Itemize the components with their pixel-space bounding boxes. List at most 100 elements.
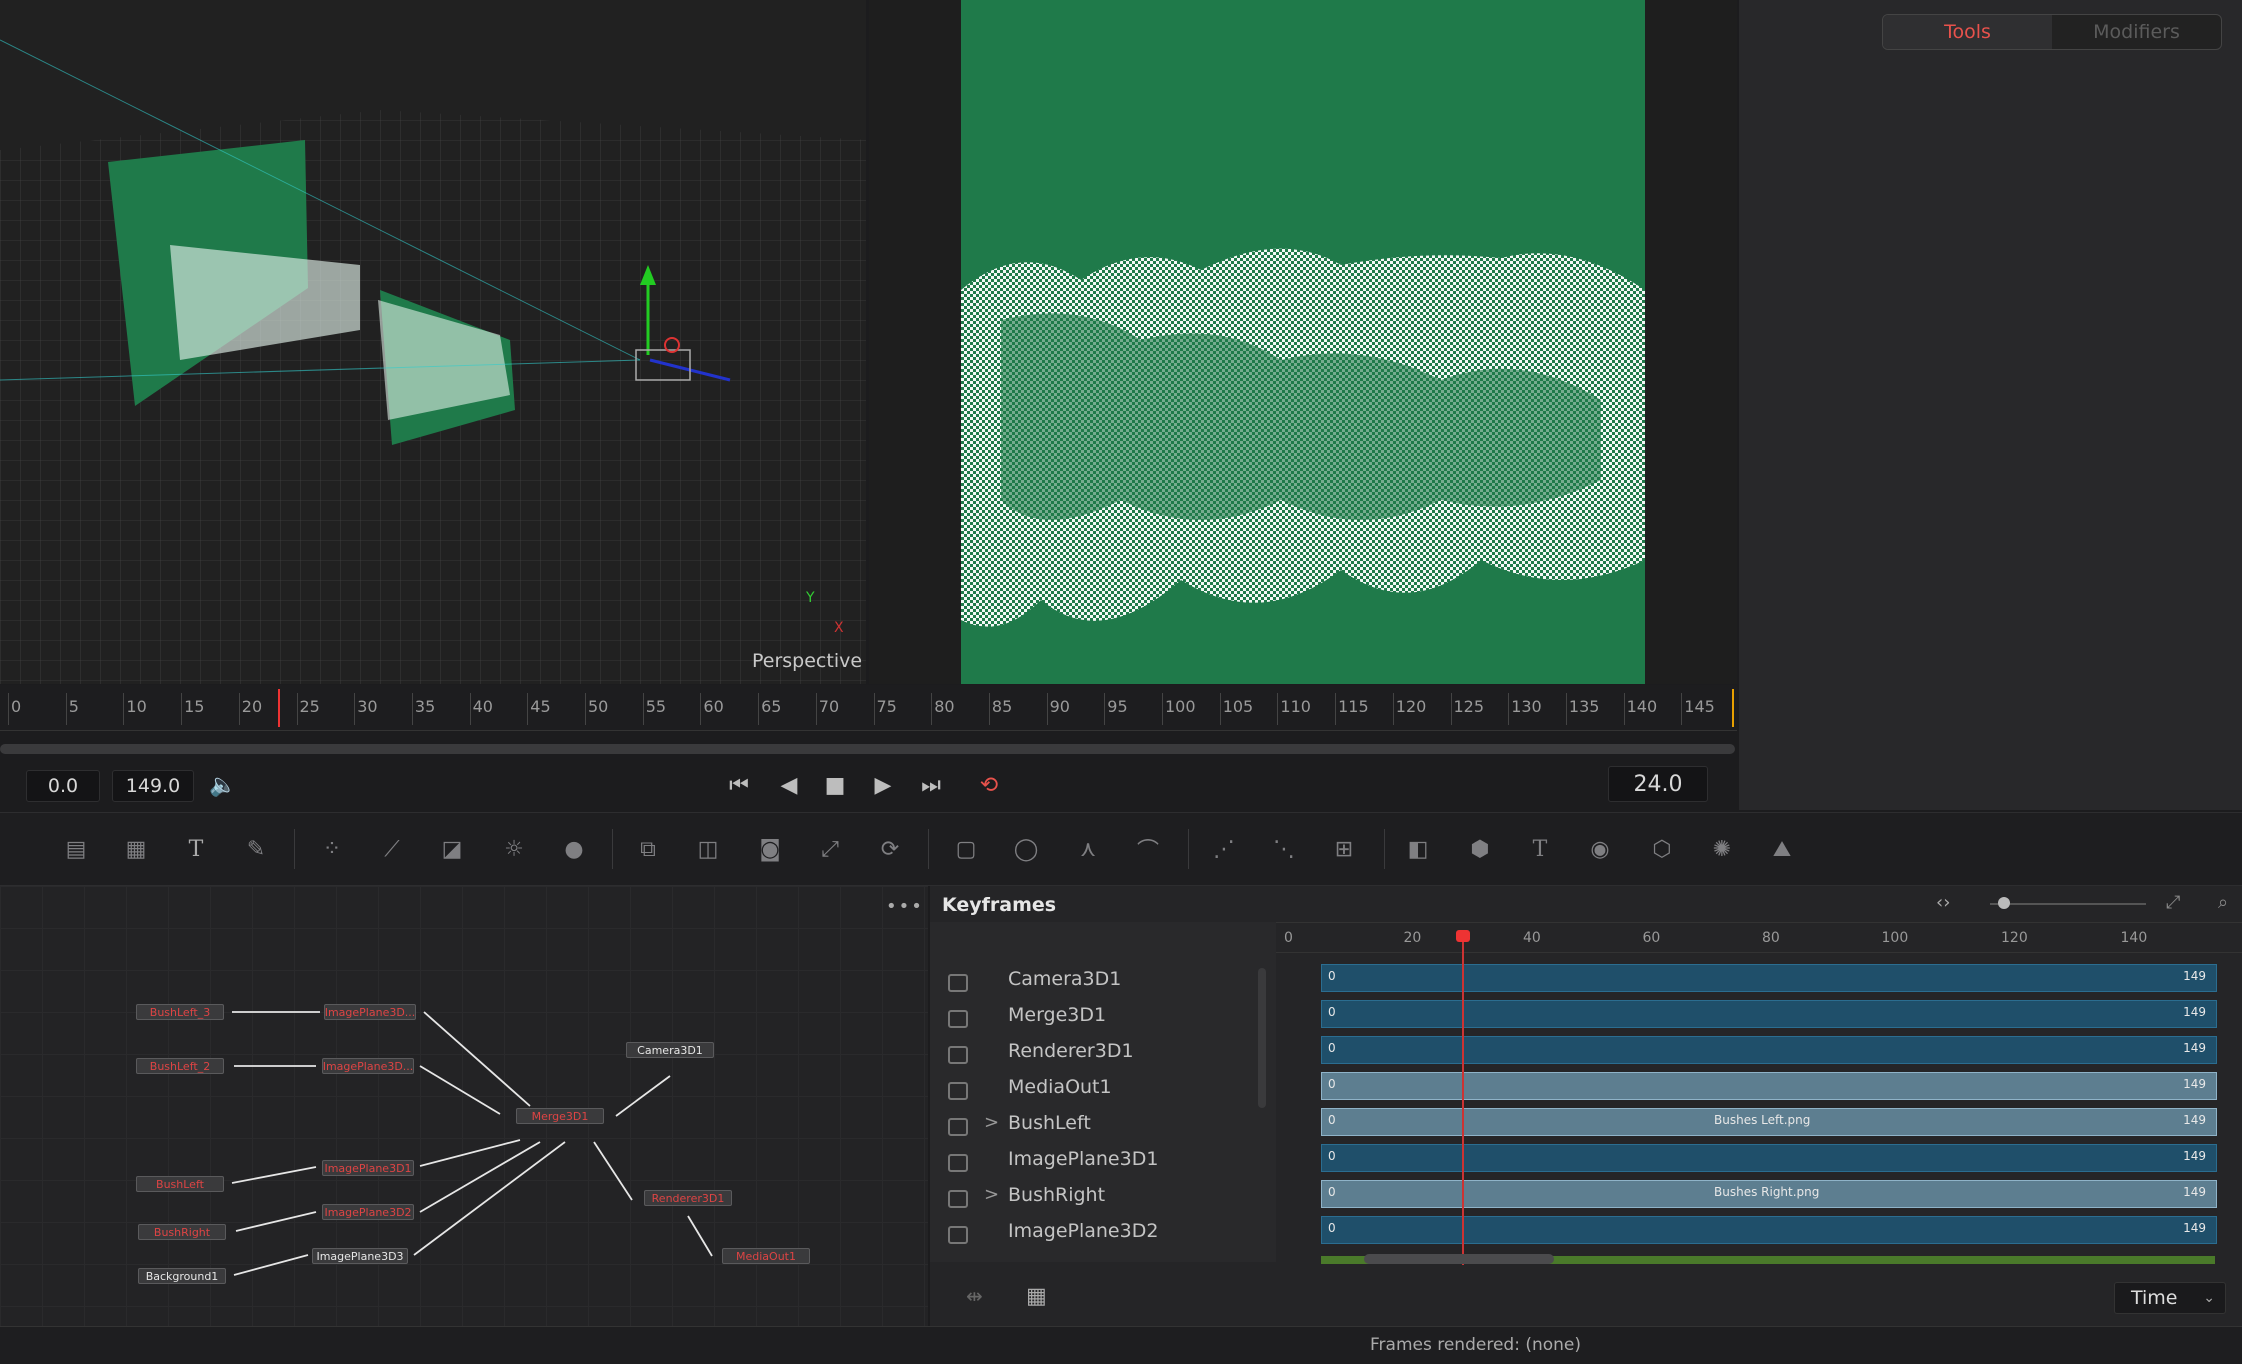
- particle-emitter-icon[interactable]: ⋰: [1206, 833, 1242, 865]
- ellipse-mask-icon[interactable]: ◯: [1008, 833, 1044, 865]
- brightness-tool-icon[interactable]: ◪: [434, 833, 470, 865]
- text-3d-icon[interactable]: T: [1522, 833, 1558, 865]
- zoom-slider-handle[interactable]: [1998, 897, 2010, 909]
- node-imageplane3[interactable]: ImagePlane3D3: [312, 1248, 408, 1264]
- expand-icon[interactable]: ⤢: [2166, 892, 2180, 913]
- particles-tool-icon[interactable]: ⁘: [314, 833, 350, 865]
- paint-tool-icon[interactable]: ✎: [238, 833, 274, 865]
- split-icon[interactable]: ⇹: [966, 1284, 983, 1308]
- viewer-2d[interactable]: [869, 0, 1737, 684]
- spotlight-3d-icon[interactable]: ✺: [1704, 833, 1740, 865]
- expand-chevron-icon[interactable]: >: [984, 1112, 999, 1133]
- particle-merge-icon[interactable]: ⊞: [1326, 833, 1362, 865]
- list-scrollbar[interactable]: [1258, 968, 1266, 1108]
- tab-modifiers[interactable]: Modifiers: [2052, 15, 2221, 49]
- keyframe-track[interactable]: 0 149: [1321, 1000, 2217, 1028]
- go-to-start-icon[interactable]: ⏮: [722, 770, 756, 800]
- matte-tool-icon[interactable]: ◙: [752, 833, 788, 865]
- keyframe-row-name[interactable]: Merge3D1: [1008, 1004, 1106, 1026]
- keyframe-track[interactable]: 0 149: [1321, 1216, 2217, 1244]
- stop-icon[interactable]: ■: [818, 770, 852, 800]
- background-tool-icon[interactable]: ▤: [58, 833, 94, 865]
- time-mode-select[interactable]: Time ⌄: [2114, 1282, 2226, 1314]
- keyframe-track[interactable]: 0 149: [1321, 1036, 2217, 1064]
- lock-icon[interactable]: [948, 974, 968, 992]
- expand-chevron-icon[interactable]: >: [984, 1184, 999, 1205]
- transform-tool-icon[interactable]: ⟳: [872, 833, 908, 865]
- tab-tools[interactable]: Tools: [1883, 15, 2052, 49]
- playhead[interactable]: [278, 689, 280, 727]
- timeline-h-scrollbar[interactable]: [1364, 1254, 1554, 1264]
- node-imageplane2[interactable]: ImagePlane3D2: [322, 1204, 414, 1220]
- loop-icon[interactable]: ⟲: [972, 770, 1006, 800]
- lock-icon[interactable]: [948, 1118, 968, 1136]
- lock-icon[interactable]: [948, 1082, 968, 1100]
- lock-icon[interactable]: [948, 1154, 968, 1172]
- keyframe-row-name[interactable]: Renderer3D1: [1008, 1040, 1134, 1062]
- end-frame-field[interactable]: 149.0: [112, 770, 194, 802]
- keyframe-track[interactable]: 0 149: [1321, 964, 2217, 992]
- keyframe-ruler[interactable]: 0 20 40 60 80 100 120 140: [1276, 922, 2242, 953]
- fit-icon[interactable]: ‹›: [1936, 892, 1950, 913]
- node-bushleft3[interactable]: BushLeft_3: [136, 1004, 224, 1020]
- rectangle-mask-icon[interactable]: ▢: [948, 833, 984, 865]
- merge-3d-icon[interactable]: ◉: [1582, 833, 1618, 865]
- node-mediaout[interactable]: MediaOut1: [722, 1248, 810, 1264]
- particle-render-icon[interactable]: ⋱: [1266, 833, 1302, 865]
- polygon-mask-icon[interactable]: ⋏: [1070, 833, 1106, 865]
- node-camera3d[interactable]: Camera3D1: [626, 1042, 714, 1058]
- text-tool-icon[interactable]: T: [178, 833, 214, 865]
- zoom-slider[interactable]: [1990, 903, 2146, 905]
- keyframe-playhead[interactable]: [1462, 941, 1464, 1265]
- end-marker[interactable]: [1732, 689, 1734, 727]
- resize-tool-icon[interactable]: ⤢: [812, 833, 848, 865]
- keyframe-row-name[interactable]: BushLeft: [1008, 1112, 1091, 1134]
- keyframe-row-name[interactable]: Camera3D1: [1008, 968, 1121, 990]
- start-frame-field[interactable]: 0.0: [26, 770, 100, 802]
- keyframe-row-name[interactable]: ImagePlane3D2: [1008, 1220, 1158, 1242]
- bspline-mask-icon[interactable]: ⌒: [1130, 833, 1166, 865]
- lock-icon[interactable]: [948, 1190, 968, 1208]
- image-plane-3d-icon[interactable]: ◧: [1400, 833, 1436, 865]
- zoom-icon[interactable]: ⌕: [2218, 892, 2228, 913]
- node-background[interactable]: Background1: [138, 1268, 226, 1284]
- shape-3d-icon[interactable]: ⬢: [1462, 833, 1498, 865]
- keyframe-track[interactable]: 0 149: [1321, 1144, 2217, 1172]
- node-merge3d[interactable]: Merge3D1: [516, 1108, 604, 1124]
- node-renderer3d[interactable]: Renderer3D1: [644, 1190, 732, 1206]
- keyframe-track[interactable]: 0 149 Bushes Left.png: [1321, 1108, 2217, 1136]
- keyframe-row-name[interactable]: ImagePlane3D1: [1008, 1148, 1158, 1170]
- spreadsheet-icon[interactable]: ▦: [1026, 1284, 1047, 1309]
- curves-tool-icon[interactable]: ⟋: [374, 833, 410, 865]
- merge-tool-icon[interactable]: ⧉: [630, 833, 666, 865]
- channel-tool-icon[interactable]: ◫: [690, 833, 726, 865]
- color-correct-tool-icon[interactable]: ☼: [496, 833, 532, 865]
- lock-icon[interactable]: [948, 1226, 968, 1244]
- keyframe-track[interactable]: 0 149 Bushes Right.png: [1321, 1180, 2217, 1208]
- node-imageplane-b[interactable]: ImagePlane3D...: [322, 1058, 414, 1074]
- timeline-scrollbar[interactable]: [0, 744, 1735, 754]
- keyframe-row-name[interactable]: BushRight: [1008, 1184, 1105, 1206]
- fps-field[interactable]: 24.0: [1608, 766, 1708, 802]
- speaker-icon[interactable]: 🔈: [206, 770, 240, 800]
- node-imageplane1[interactable]: ImagePlane3D1: [322, 1160, 414, 1176]
- blur-tool-icon[interactable]: ●: [556, 833, 592, 865]
- renderer-3d-icon[interactable]: ⛰: [1764, 833, 1800, 865]
- go-to-end-icon[interactable]: ⏭: [914, 770, 948, 800]
- play-icon[interactable]: ▶: [866, 770, 900, 800]
- node-bushright[interactable]: BushRight: [138, 1224, 226, 1240]
- step-back-icon[interactable]: ◀: [772, 770, 806, 800]
- node-editor[interactable]: ••• BushLeft_3 BushLeft_2 BushLeft BushR…: [0, 886, 928, 1326]
- node-bushleft2[interactable]: BushLeft_2: [136, 1058, 224, 1074]
- keyframe-row-name[interactable]: MediaOut1: [1008, 1076, 1112, 1098]
- viewer-3d[interactable]: Y X Perspective: [0, 0, 866, 684]
- lock-icon[interactable]: [948, 1046, 968, 1064]
- keyframe-playhead-handle[interactable]: [1456, 930, 1470, 942]
- lock-icon[interactable]: [948, 1010, 968, 1028]
- image-tool-icon[interactable]: ▦: [118, 833, 154, 865]
- time-ruler[interactable]: 0 5 10 15 20 25 30 35 40 45 50 55 60 65 70 75 80 85 90 95 10…: [0, 685, 1737, 731]
- camera-3d-icon[interactable]: ⬡: [1644, 833, 1680, 865]
- keyframe-track[interactable]: 0 149: [1321, 1072, 2217, 1100]
- node-bushleft[interactable]: BushLeft: [136, 1176, 224, 1192]
- node-imageplane-a[interactable]: ImagePlane3D...: [324, 1004, 416, 1020]
